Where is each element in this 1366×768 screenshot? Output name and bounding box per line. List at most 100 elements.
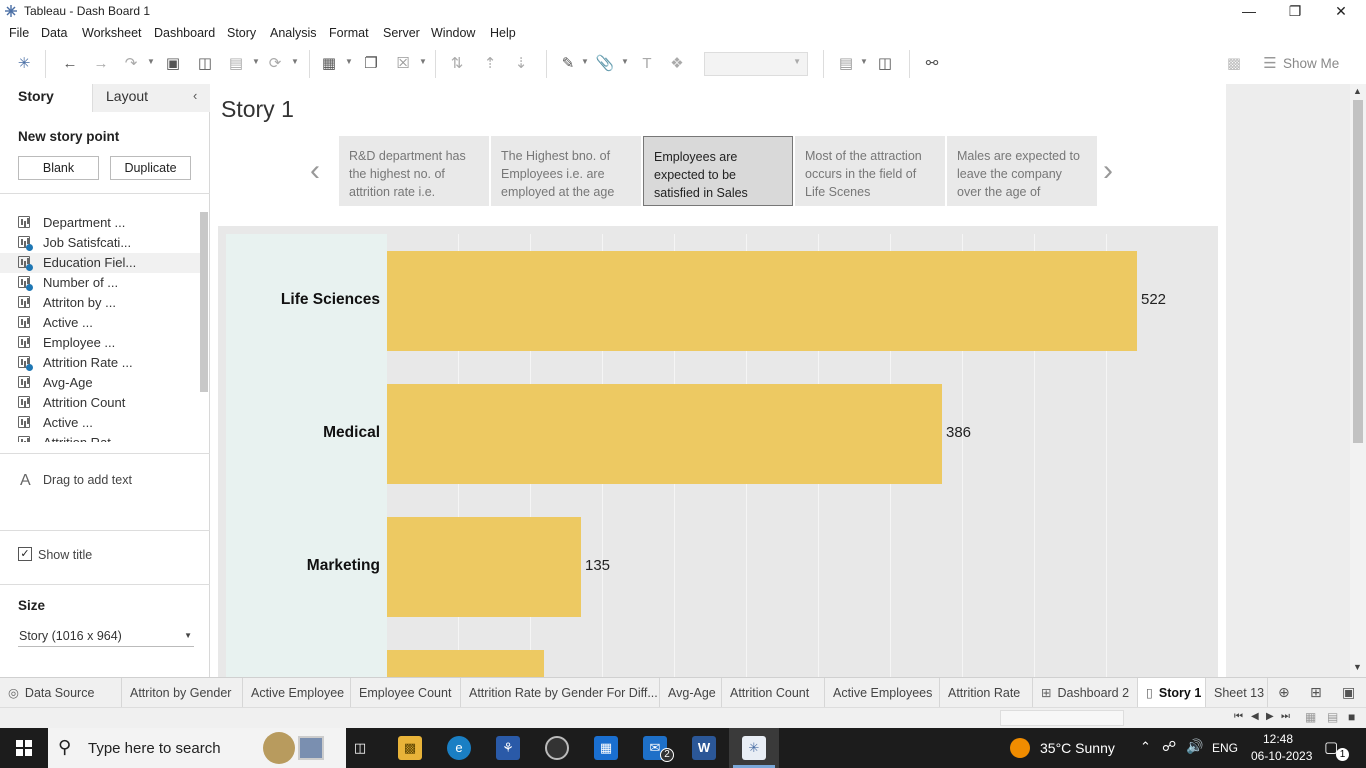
mysql-workbench-icon[interactable]: ⚘ [496,736,520,760]
show-me-label[interactable]: Show Me [1283,56,1339,71]
new-dashboard-tab-icon[interactable]: ⊞ [1310,684,1322,701]
menu-file[interactable]: File [9,26,29,40]
sort-descending-icon[interactable]: ⇣ [511,54,531,74]
vertical-scrollbar[interactable]: ▲ ▼ [1350,84,1366,677]
sheet-tab[interactable]: Active Employees [825,678,940,708]
sheet-tab[interactable]: Employee Count [351,678,461,708]
weather-text[interactable]: 35°C Sunny [1040,740,1115,756]
show-title-checkbox[interactable]: ✓ [18,547,32,561]
clock-time[interactable]: 12:48 [1263,732,1293,746]
fit-dropdown[interactable]: ▼ [704,52,808,76]
sheet-list-item[interactable]: Job Satisfcati... [18,233,198,253]
menu-worksheet[interactable]: Worksheet [82,26,142,40]
tray-expand-icon[interactable]: ⌃ [1140,739,1151,755]
sheet-list-item[interactable]: Attrition Rate ... [18,353,198,373]
blank-button[interactable]: Blank [18,156,99,180]
menu-window[interactable]: Window [431,26,475,40]
drag-to-add-text[interactable]: Drag to add text [43,473,132,487]
menu-data[interactable]: Data [41,26,67,40]
scroll-up-icon[interactable]: ▲ [1353,86,1362,96]
prev-sheet-icon[interactable]: ◀ [1251,711,1259,722]
menu-server[interactable]: Server [383,26,420,40]
swap-icon[interactable]: ⇅ [447,54,467,74]
sort-ascending-icon[interactable]: ⇡ [480,54,500,74]
story-prev-arrow-icon[interactable]: ‹ [310,154,320,188]
sheet-tab[interactable]: Active Employee [243,678,351,708]
sheet-list-item[interactable]: Attrition Count [18,393,198,413]
presentation-mode-icon[interactable]: ◫ [875,54,895,74]
tableau-start-icon[interactable]: ✳ [14,54,34,74]
tableau-taskbar-button[interactable]: ✳ [729,728,779,768]
pin-icon[interactable]: ❖ [667,54,687,74]
new-worksheet-tab-icon[interactable]: ⊕ [1278,684,1290,701]
sheet-tab[interactable]: Attrition Rate by Gender For Diff... [461,678,660,708]
menu-analysis[interactable]: Analysis [270,26,317,40]
show-cards-icon[interactable]: ▤ [836,54,856,74]
replay-icon[interactable]: ↷ [121,54,141,74]
scroll-down-icon[interactable]: ▼ [1353,662,1362,672]
volume-icon[interactable]: 🔊 [1186,738,1203,755]
menu-help[interactable]: Help [490,26,516,40]
sheet-tab[interactable]: Attrition Count [722,678,825,708]
word-icon[interactable]: W [692,736,716,760]
filmstrip-view-icon[interactable]: ▤ [1327,710,1338,724]
restore-button[interactable]: ❐ [1272,0,1318,22]
obs-icon[interactable] [545,736,569,760]
sheet-list-item[interactable]: Avg-Age [18,373,198,393]
sheet-tab[interactable]: ▯ Story 1 [1138,678,1206,708]
menu-dashboard[interactable]: Dashboard [154,26,215,40]
scroll-thumb[interactable] [1353,100,1363,443]
sheet-list-item[interactable]: Active ... [18,413,198,433]
bar[interactable] [387,517,581,617]
sheet-tab[interactable]: ◎ Data Source [0,678,122,708]
sheet-list-item[interactable]: Employee ... [18,333,198,353]
file-explorer-icon[interactable]: ▩ [398,736,422,760]
next-sheet-icon[interactable]: ▶ [1266,711,1274,722]
sheet-list-item[interactable]: Department ... [18,213,198,233]
menu-format[interactable]: Format [329,26,369,40]
bar-partial[interactable] [387,650,544,677]
tab-story[interactable]: Story [0,84,92,112]
attach-icon[interactable]: 📎 [595,54,615,74]
refresh-icon[interactable]: ⟳ [265,54,285,74]
clear-sheet-icon[interactable]: ☒ [393,54,413,74]
tabs-view-icon[interactable]: ■ [1348,710,1355,724]
new-worksheet-icon[interactable]: ▦ [319,54,339,74]
taskbar-search-box[interactable]: ⚲ Type here to search [48,728,346,768]
edge-browser-icon[interactable]: e [447,736,471,760]
story-point[interactable]: R&D department has the highest no. of at… [339,136,489,206]
share-icon[interactable]: ⚯ [922,54,942,74]
sheet-list-item[interactable]: Attriton by ... [18,293,198,313]
sheet-tab[interactable]: Attriton by Gender [122,678,243,708]
bar[interactable] [387,251,1137,351]
windows-start-icon[interactable] [16,740,32,756]
last-sheet-icon[interactable]: ⏭ [1281,711,1290,722]
collapse-panel-icon[interactable]: ‹ [193,88,197,103]
network-icon[interactable]: ☍ [1162,738,1176,755]
paste-icon[interactable]: ▤ [226,54,246,74]
duplicate-button[interactable]: Duplicate [110,156,191,180]
size-dropdown[interactable]: Story (1016 x 964) ▼ [18,625,194,647]
story-point[interactable]: The Highest bno. of Employees i.e. are e… [491,136,641,206]
new-data-source-icon[interactable]: ◫ [195,54,215,74]
first-sheet-icon[interactable]: ⏮ [1234,711,1243,722]
tab-layout[interactable]: Layout ‹ [92,84,210,112]
sheet-tab[interactable]: ⊞ Dashboard 2 [1033,678,1138,708]
sheet-list-item[interactable]: Education Fiel... [0,253,200,273]
clock-date[interactable]: 06-10-2023 [1251,749,1312,763]
format-painter-icon[interactable]: ▩ [1224,54,1244,74]
story-point[interactable]: Employees are expected to be satisfied i… [643,136,793,206]
save-icon[interactable]: ▣ [163,54,183,74]
story-point[interactable]: Males are expected to leave the company … [947,136,1097,206]
grid-view-icon[interactable]: ▦ [1305,710,1316,724]
language-indicator[interactable]: ENG [1212,741,1238,755]
sheet-list-item[interactable]: Active ... [18,313,198,333]
close-button[interactable]: ✕ [1318,0,1364,22]
highlight-icon[interactable]: ✎ [558,54,578,74]
minimize-button[interactable]: — [1226,0,1272,22]
sheet-tab[interactable]: Sheet 13 [1206,678,1268,708]
microsoft-store-icon[interactable]: ▦ [594,736,618,760]
undo-icon[interactable]: ← [60,54,80,74]
redo-icon[interactable]: → [91,54,111,74]
story-point[interactable]: Most of the attraction occurs in the fie… [795,136,945,206]
